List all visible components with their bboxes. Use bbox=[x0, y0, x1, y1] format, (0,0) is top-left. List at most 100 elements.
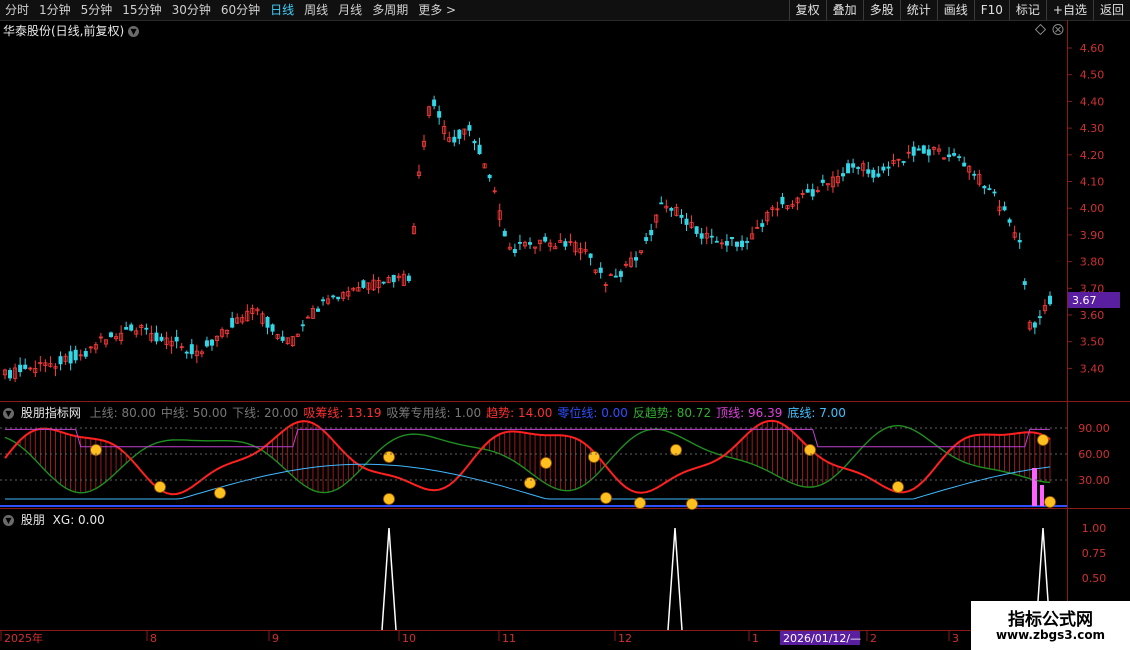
candle-body bbox=[694, 226, 699, 234]
signal-bar bbox=[1032, 468, 1037, 506]
candle-body bbox=[502, 230, 507, 237]
candle-body bbox=[846, 163, 851, 174]
candle-body bbox=[265, 316, 270, 328]
candle-body bbox=[23, 364, 28, 369]
gold-coin-icon bbox=[588, 451, 600, 463]
indicator-tick-label: 30.00 bbox=[1078, 474, 1110, 487]
candle-body bbox=[336, 296, 341, 300]
candle-body bbox=[477, 144, 482, 155]
time-label: 3 bbox=[952, 632, 959, 645]
candle-body bbox=[699, 233, 704, 239]
candle-body bbox=[952, 153, 957, 156]
price-tick-label: 4.10 bbox=[1080, 176, 1105, 189]
candle-body bbox=[8, 369, 13, 379]
cursor-date-label: 2026/01/12/— bbox=[783, 632, 861, 645]
candle-body bbox=[1022, 281, 1027, 285]
candle-body bbox=[487, 174, 492, 179]
top-line bbox=[5, 428, 1050, 448]
price-tick-label: 3.40 bbox=[1080, 362, 1105, 375]
candle-body bbox=[467, 125, 472, 131]
candle-body bbox=[189, 344, 194, 355]
candle-body bbox=[543, 236, 548, 242]
candle-body bbox=[947, 154, 952, 158]
candle-body bbox=[1032, 322, 1037, 328]
close-icon[interactable] bbox=[1052, 24, 1064, 35]
candle-body bbox=[729, 237, 734, 240]
candle-body bbox=[714, 240, 719, 243]
time-label: 9 bbox=[272, 632, 279, 645]
candle-body bbox=[159, 336, 164, 341]
diamond-icon[interactable] bbox=[1034, 23, 1047, 36]
candle-body bbox=[109, 332, 114, 338]
time-label: 1 bbox=[752, 632, 759, 645]
candle-body bbox=[512, 249, 517, 253]
candle-body bbox=[315, 308, 320, 312]
price-tick-label: 3.80 bbox=[1080, 256, 1105, 269]
candle-body bbox=[876, 173, 881, 177]
candle-body bbox=[321, 299, 326, 302]
candle-body bbox=[856, 167, 861, 169]
candle-body bbox=[1048, 295, 1053, 305]
candle-body bbox=[528, 242, 533, 245]
candle-body bbox=[58, 356, 63, 365]
gold-coin-icon bbox=[892, 481, 904, 493]
price-tick-label: 3.50 bbox=[1080, 336, 1105, 349]
price-tick-label: 4.40 bbox=[1080, 95, 1105, 108]
xg-signal-spike bbox=[667, 527, 683, 631]
candle-body bbox=[921, 145, 926, 154]
candle-body bbox=[866, 169, 871, 174]
candle-body bbox=[1037, 316, 1042, 318]
signal-tick-label: 0.50 bbox=[1082, 572, 1107, 585]
price-tick-label: 4.00 bbox=[1080, 202, 1105, 215]
candle-body bbox=[659, 202, 664, 205]
candle-body bbox=[684, 218, 689, 225]
candle-body bbox=[992, 191, 997, 194]
candle-body bbox=[881, 166, 886, 171]
candle-body bbox=[391, 274, 396, 283]
candle-body bbox=[144, 327, 149, 330]
candle-body bbox=[209, 339, 214, 346]
candle-body bbox=[679, 214, 684, 218]
indicator-tick-label: 90.00 bbox=[1078, 422, 1110, 435]
watermark-url: www.zbgs3.com bbox=[995, 628, 1106, 642]
gold-coin-icon bbox=[600, 492, 612, 504]
candle-body bbox=[613, 275, 618, 278]
gold-coin-icon bbox=[686, 498, 698, 510]
candle-body bbox=[760, 223, 765, 227]
gold-coin-icon bbox=[524, 477, 536, 489]
candle-body bbox=[331, 295, 336, 298]
candle-body bbox=[810, 189, 815, 197]
candle-body bbox=[780, 196, 785, 205]
candle-body bbox=[381, 281, 386, 284]
candle-body bbox=[972, 173, 977, 176]
watermark-logo: 指标公式网 www.zbgs3.com bbox=[971, 601, 1130, 650]
candle-body bbox=[230, 317, 235, 328]
candle-body bbox=[598, 267, 603, 273]
candle-body bbox=[987, 188, 992, 191]
candle-body bbox=[154, 332, 159, 342]
candle-body bbox=[851, 163, 856, 168]
signal-tick-label: 1.00 bbox=[1082, 522, 1107, 535]
gold-coin-icon bbox=[1037, 434, 1049, 446]
candle-body bbox=[1017, 240, 1022, 243]
signal-bar bbox=[1040, 485, 1044, 506]
candle-body bbox=[83, 351, 88, 357]
candle-body bbox=[300, 324, 305, 327]
candle-body bbox=[886, 166, 891, 169]
candle-body bbox=[916, 148, 921, 151]
indicator-tick-label: 60.00 bbox=[1078, 448, 1110, 461]
candle-body bbox=[926, 149, 931, 156]
gold-coin-icon bbox=[383, 451, 395, 463]
gold-coin-icon bbox=[634, 497, 646, 509]
candle-body bbox=[406, 275, 411, 281]
gold-coin-icon bbox=[540, 457, 552, 469]
candle-body bbox=[184, 351, 189, 354]
gold-coin-icon bbox=[214, 487, 226, 499]
candle-body bbox=[841, 173, 846, 177]
kline-chart[interactable]: 4.604.504.404.304.204.104.003.903.803.70… bbox=[0, 0, 1130, 650]
time-label: 2 bbox=[870, 632, 877, 645]
candle-body bbox=[962, 162, 967, 167]
gold-coin-icon bbox=[383, 493, 395, 505]
price-tick-label: 4.50 bbox=[1080, 69, 1105, 82]
candle-body bbox=[871, 169, 876, 178]
